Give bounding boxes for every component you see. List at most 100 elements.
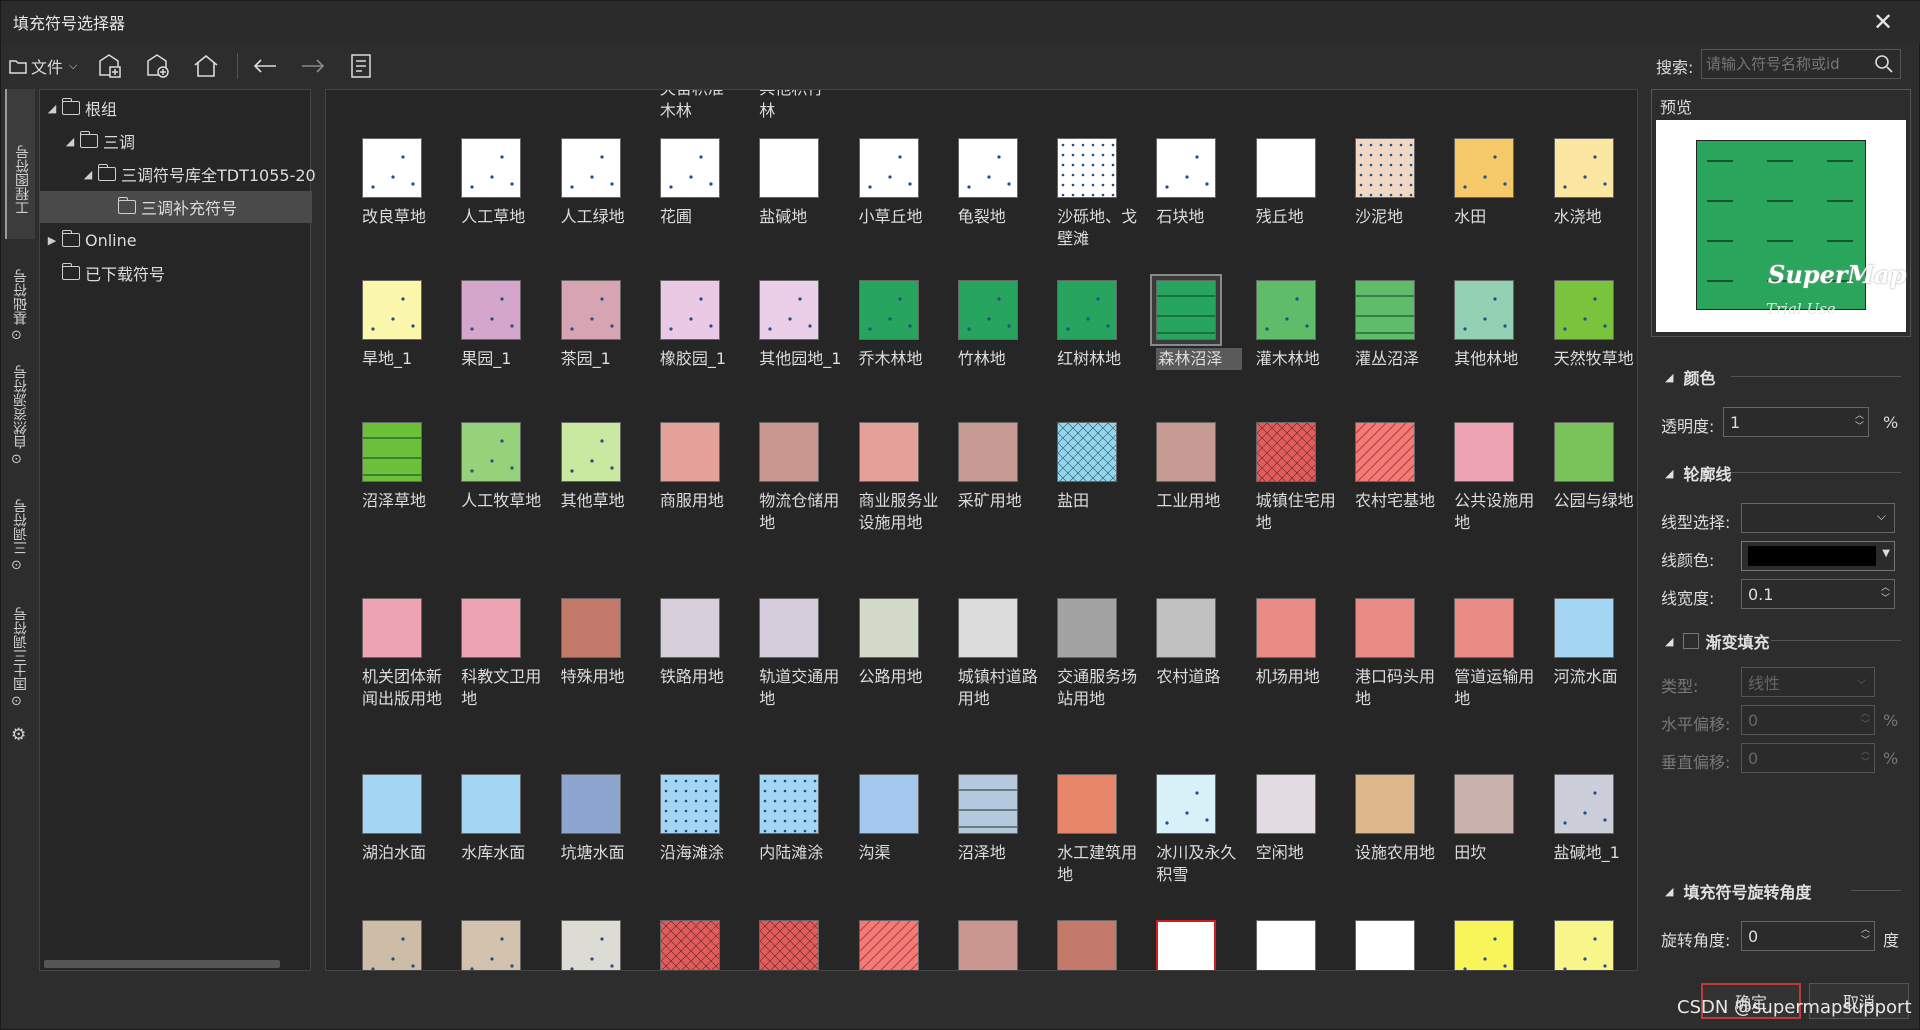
symbol-cell[interactable]: 交通服务场站用地 (1037, 598, 1137, 728)
symbol-cell[interactable]: 龟裂地 (938, 138, 1038, 268)
gradient-type-select[interactable]: 线性 ⌵ (1741, 667, 1875, 697)
symbol-cell[interactable]: 科教文卫用地 (441, 598, 541, 728)
symbol-cell[interactable]: 设施农用地 (1335, 774, 1435, 904)
symbol-cell[interactable] (1037, 920, 1137, 970)
line-color-picker[interactable]: ▼ (1741, 541, 1895, 571)
symbol-cell[interactable]: 改良草地 (342, 138, 442, 268)
symbol-cell[interactable]: 采矿用地 (938, 422, 1038, 552)
collapse-triangle-icon[interactable]: ◢ (1665, 885, 1673, 898)
symbol-cell[interactable] (1335, 920, 1435, 970)
symbol-cell[interactable]: 旱地_1 (342, 280, 442, 410)
tree-node-supplement[interactable]: 三调补充符号 (40, 191, 312, 223)
symbol-cell[interactable]: 茶园_1 (541, 280, 641, 410)
symbol-cell[interactable]: 乔木林地 (839, 280, 939, 410)
symbol-cell[interactable]: 农村道路 (1136, 598, 1236, 728)
horizontal-scrollbar[interactable] (44, 960, 280, 968)
outline-section-header[interactable]: ◢ 轮廓线 (1651, 461, 1901, 485)
symbol-cell[interactable]: 冰川及永久积雪 (1136, 774, 1236, 904)
symbol-cell[interactable]: 商业服务业设施用地 (839, 422, 939, 552)
symbol-cell[interactable]: 沼泽地 (938, 774, 1038, 904)
expand-arrow-icon[interactable]: ◢ (44, 102, 60, 115)
symbol-cell[interactable]: 河流水面 (1534, 598, 1634, 728)
tree-node-root[interactable]: ◢ 根组 (44, 92, 117, 124)
symbol-cell[interactable]: 灌木林地 (1236, 280, 1336, 410)
symbol-cell[interactable]: 盐田 (1037, 422, 1137, 552)
gradient-checkbox[interactable] (1683, 633, 1700, 649)
tab-engineering-symbols[interactable]: 工程图符号 (5, 89, 35, 239)
symbol-cell[interactable]: 红树林地 (1037, 280, 1137, 410)
symbol-cell[interactable]: 小草丘地 (839, 138, 939, 268)
v-offset-stepper[interactable]: 0 ︿ ﹀ (1741, 743, 1875, 773)
rotation-stepper[interactable]: 0 ︿ ﹀ (1741, 921, 1875, 951)
symbol-cell[interactable]: 公路用地 (839, 598, 939, 728)
symbol-cell[interactable]: 沼泽草地 (342, 422, 442, 552)
search-icon[interactable] (1874, 54, 1894, 74)
symbol-cell[interactable]: 田坎 (1434, 774, 1534, 904)
gradient-section-header[interactable]: ◢ 渐变填充 (1651, 629, 1901, 653)
symbol-cell[interactable]: 竹林地 (938, 280, 1038, 410)
home-button[interactable] (189, 49, 223, 83)
tree-node-downloaded[interactable]: 已下载符号 (60, 257, 165, 289)
symbol-cell[interactable]: 沟渠 (839, 774, 939, 904)
symbol-cell[interactable]: 城镇住宅用地 (1236, 422, 1336, 552)
symbol-cell[interactable]: 特殊用地 (541, 598, 641, 728)
properties-button[interactable] (344, 49, 378, 83)
symbol-cell[interactable]: 港口码头用地 (1335, 598, 1435, 728)
symbol-cell[interactable] (839, 920, 939, 970)
tree-node-library[interactable]: ◢ 三调符号库全TDT1055-20 (80, 158, 316, 190)
symbol-cell[interactable]: 商服用地 (640, 422, 740, 552)
symbol-cell[interactable]: 水浇地 (1534, 138, 1634, 268)
tree-node-sandiao[interactable]: ◢ 三调 (62, 125, 135, 157)
symbol-cell[interactable] (1534, 920, 1634, 970)
symbol-cell[interactable]: 橡胶园_1 (640, 280, 740, 410)
collapse-triangle-icon[interactable]: ◢ (1665, 467, 1673, 480)
tab-sandiao-symbols[interactable]: 三调符号 ⊙ (5, 475, 35, 575)
symbol-cell[interactable] (441, 920, 541, 970)
symbol-cell[interactable] (342, 920, 442, 970)
symbol-cell[interactable] (1434, 920, 1534, 970)
symbol-cell[interactable]: 沿海滩涂 (640, 774, 740, 904)
tab-basic-symbols[interactable]: 基础符号 ⊙ (5, 245, 35, 345)
tree-node-online[interactable]: ▶ Online (44, 224, 137, 256)
search-input[interactable] (1706, 55, 1866, 73)
symbol-cell[interactable]: 公园与绿地 (1534, 422, 1634, 552)
spin-arrows-icon[interactable]: ︿ ﹀ (1855, 411, 1864, 433)
collapse-triangle-icon[interactable]: ◢ (1665, 635, 1673, 648)
symbol-cell[interactable]: 残丘地 (1236, 138, 1336, 268)
symbol-cell[interactable] (640, 920, 740, 970)
rotation-section-header[interactable]: ◢ 填充符号旋转角度 (1651, 879, 1901, 903)
search-field[interactable] (1701, 49, 1901, 79)
symbol-cell[interactable]: 管道运输用地 (1434, 598, 1534, 728)
collapse-triangle-icon[interactable]: ◢ (1665, 371, 1673, 384)
symbol-cell[interactable]: 轨道交通用地 (739, 598, 839, 728)
back-button[interactable] (248, 49, 282, 83)
symbol-cell[interactable]: 其他园地_1 (739, 280, 841, 410)
symbol-cell[interactable]: 空闲地 (1236, 774, 1336, 904)
symbol-cell[interactable]: 湖泊水面 (342, 774, 442, 904)
symbol-cell[interactable] (938, 920, 1038, 970)
symbol-cell[interactable]: 机关团体新闻出版用地 (342, 598, 442, 728)
symbol-cell[interactable] (541, 920, 641, 970)
file-menu-button[interactable]: 文件 ⌵ (9, 49, 77, 83)
tab-land-sandiao-symbols[interactable]: 国土三调符号 ⊙ (5, 581, 35, 711)
symbol-cell[interactable] (1136, 920, 1236, 970)
symbol-cell[interactable]: 城镇村道路用地 (938, 598, 1038, 728)
expand-arrow-icon[interactable]: ◢ (80, 168, 96, 181)
symbol-cell[interactable]: 人工绿地 (541, 138, 641, 268)
symbol-cell[interactable]: 水田 (1434, 138, 1534, 268)
expand-arrow-icon[interactable]: ▶ (44, 234, 60, 247)
spin-arrows-icon[interactable]: ︿ ﹀ (1861, 747, 1870, 769)
color-section-header[interactable]: ◢ 颜色 (1651, 365, 1901, 389)
symbol-cell[interactable]: 盐碱地_1 (1534, 774, 1634, 904)
transparency-stepper[interactable]: 1 ︿ ﹀ (1723, 407, 1869, 437)
line-type-select[interactable]: ⌵ (1741, 503, 1895, 533)
symbol-cell[interactable]: 水库水面 (441, 774, 541, 904)
spin-arrows-icon[interactable]: ︿ ﹀ (1861, 709, 1870, 731)
symbol-cell[interactable]: 铁路用地 (640, 598, 740, 728)
symbol-cell[interactable]: 机场用地 (1236, 598, 1336, 728)
close-icon[interactable]: ✕ (1871, 10, 1895, 34)
symbol-cell[interactable]: 水工建筑用地 (1037, 774, 1137, 904)
new-symbol-button[interactable] (141, 49, 175, 83)
symbol-cell[interactable]: 物流仓储用地 (739, 422, 839, 552)
new-group-button[interactable] (93, 49, 127, 83)
